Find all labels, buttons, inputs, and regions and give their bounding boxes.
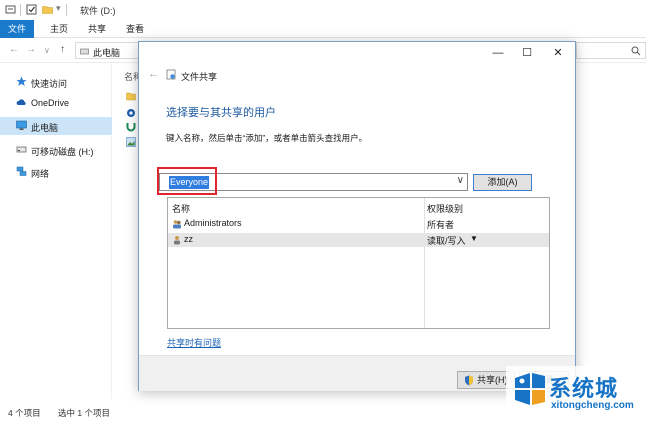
toolbar-separator: [20, 4, 21, 16]
back-arrow-icon[interactable]: ←: [9, 44, 19, 55]
file-sharing-dialog: — ☐ ✕ ← 文件共享 选择要与其共享的用户 键入名称，然后单击“添加”，或者…: [138, 41, 576, 391]
sidebar-item-label: 快速访问: [31, 79, 68, 89]
folder-icon[interactable]: [126, 91, 136, 101]
column-header-name[interactable]: 名称: [172, 202, 190, 215]
user-icon: [174, 236, 180, 245]
sidebar-item-label: 可移动磁盘 (H:): [31, 147, 94, 157]
permission-level: 所有者: [427, 220, 455, 230]
shield-icon: [465, 375, 473, 386]
recent-locations-icon[interactable]: ∨: [44, 46, 50, 55]
app-icon[interactable]: [126, 108, 136, 118]
permission-level[interactable]: 读取/写入: [427, 234, 466, 247]
group-icon: [173, 220, 181, 229]
tab-home[interactable]: 主页: [42, 20, 76, 38]
watermark-url: xitongcheng.com: [551, 400, 634, 411]
sidebar-item-removable-disk[interactable]: 可移动磁盘 (H:): [0, 141, 112, 159]
app-icon[interactable]: [126, 122, 136, 132]
table-row[interactable]: zz 读取/写入 ▼: [168, 233, 549, 247]
share-button-label: 共享(H): [477, 375, 508, 385]
sidebar-item-onedrive[interactable]: OneDrive: [0, 94, 112, 112]
star-icon: [16, 76, 27, 86]
user-name: zz: [184, 234, 193, 244]
permissions-table: 名称 权限级别 Administrators 所有者 zz 读取/写入 ▼: [167, 197, 550, 329]
forward-arrow-icon[interactable]: →: [26, 44, 36, 55]
sidebar-item-label: OneDrive: [31, 98, 70, 108]
minimize-button[interactable]: —: [489, 46, 507, 60]
selection-count: 选中 1 个项目: [58, 408, 110, 418]
toolbar-separator: [66, 4, 67, 16]
table-row[interactable]: Administrators 所有者: [168, 217, 549, 231]
window-title: 软件 (D:): [80, 6, 116, 16]
folder-icon[interactable]: [42, 4, 53, 15]
item-count: 4 个项目: [8, 408, 41, 418]
sidebar-item-this-pc[interactable]: 此电脑: [0, 117, 112, 135]
computer-icon: [16, 120, 27, 130]
up-arrow-icon[interactable]: ↑: [60, 44, 65, 55]
maximize-button[interactable]: ☐: [518, 46, 536, 60]
watermark-logo-icon: [515, 373, 545, 405]
tab-file[interactable]: 文件: [0, 20, 34, 38]
close-button[interactable]: ✕: [549, 46, 567, 60]
navigation-pane: 快速访问 OneDrive 此电脑 可移动磁盘 (H:) 网络: [0, 64, 112, 399]
sidebar-item-quick-access[interactable]: 快速访问: [0, 73, 112, 91]
back-arrow-icon[interactable]: ←: [148, 68, 159, 80]
sidebar-item-label: 网络: [31, 169, 50, 179]
tab-share[interactable]: 共享: [80, 20, 114, 38]
sharing-help-link[interactable]: 共享时有问题: [167, 336, 221, 349]
watermark-brand: 系统城: [549, 376, 619, 401]
user-name: Administrators: [184, 218, 242, 228]
sidebar-item-label: 此电脑: [31, 123, 59, 133]
chevron-down-icon[interactable]: ∨: [457, 175, 464, 186]
drive-icon: [80, 48, 89, 55]
cloud-icon: [16, 99, 26, 105]
annotation-highlight-box: [157, 167, 217, 195]
explorer-titlebar: ▾ 软件 (D:): [0, 0, 646, 20]
tab-view[interactable]: 查看: [118, 20, 152, 38]
sidebar-item-network[interactable]: 网络: [0, 163, 112, 181]
ribbon-tabs: 文件 主页 共享 查看: [0, 20, 646, 38]
dialog-heading: 选择要与其共享的用户: [166, 107, 276, 119]
column-header-permission[interactable]: 权限级别: [427, 202, 463, 215]
usb-drive-icon: [16, 146, 27, 153]
caret-down-icon[interactable]: ▼: [470, 234, 478, 243]
file-share-icon: [166, 69, 176, 80]
dialog-title: 文件共享: [181, 72, 218, 82]
address-path: 此电脑: [93, 48, 121, 58]
checkbox-icon[interactable]: [26, 4, 37, 15]
quick-access-dropdown-icon[interactable]: ▾: [56, 3, 61, 14]
search-icon: [631, 46, 641, 56]
network-icon: [16, 166, 27, 176]
properties-icon[interactable]: [5, 4, 16, 15]
add-button[interactable]: 添加(A): [473, 174, 532, 191]
search-input[interactable]: [576, 42, 646, 59]
dialog-instruction: 键入名称，然后单击“添加”，或者单击箭头查找用户。: [166, 133, 368, 143]
image-file-icon[interactable]: [126, 137, 136, 147]
